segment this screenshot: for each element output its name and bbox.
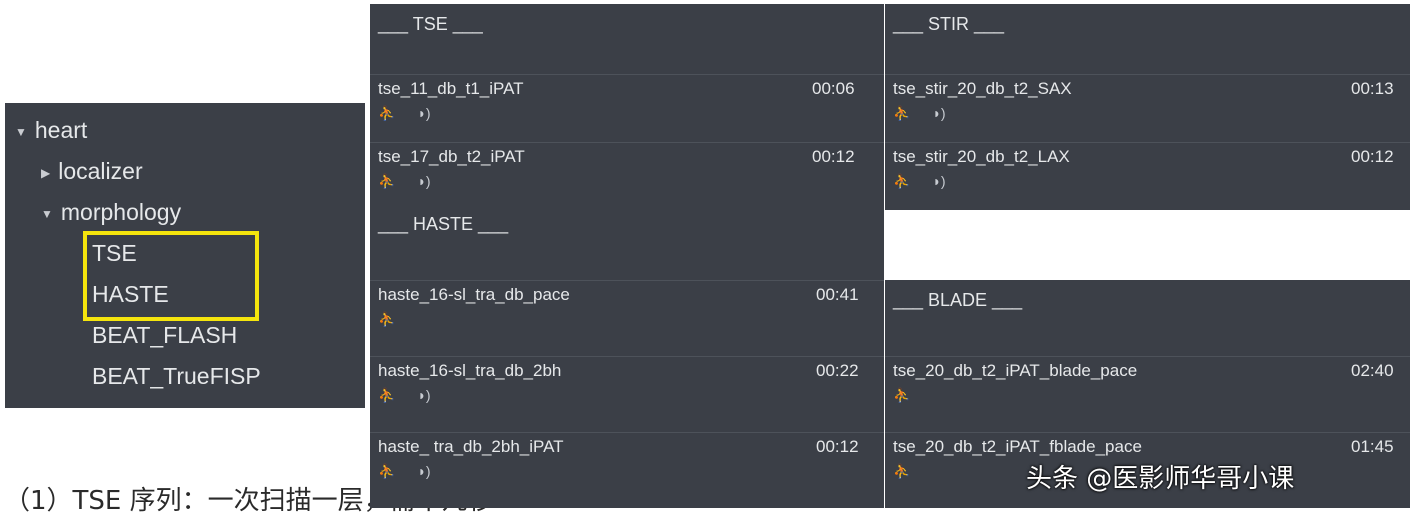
sequence-name: tse_stir_20_db_t2_SAX xyxy=(893,79,1072,98)
audio-icon: ◗) xyxy=(417,463,431,479)
sequence-icons: ⛹ ◗) xyxy=(893,173,968,190)
audio-icon: ◗) xyxy=(417,105,431,121)
audio-icon: ◗) xyxy=(417,173,431,189)
sequence-duration: 00:06 xyxy=(812,79,855,98)
patient-table-icon: ⛹ xyxy=(893,387,911,403)
sequence-icons: ⛹ ◗) xyxy=(378,105,453,122)
sequence-name: tse_11_db_t1_iPAT xyxy=(378,79,524,98)
patient-table-icon: ⛹ xyxy=(893,173,911,189)
group-header-tse: ___ TSE ___ xyxy=(378,14,483,34)
sequence-name: haste_ tra_db_2bh_iPAT xyxy=(378,437,564,456)
patient-table-icon: ⛹ xyxy=(378,463,396,479)
tree-label-localizer: localizer xyxy=(58,158,143,184)
stir-group-panel: ___ STIR ___ tse_stir_20_db_t2_SAX 00:13… xyxy=(885,4,1410,210)
patient-table-icon: ⛹ xyxy=(378,311,396,327)
expanded-caret-icon[interactable]: ▼ xyxy=(15,125,27,139)
sequence-icons: ⛹ ◗) xyxy=(378,387,453,404)
sequence-duration: 00:12 xyxy=(816,437,859,456)
sequence-name: tse_20_db_t2_iPAT_blade_pace xyxy=(893,361,1138,380)
collapsed-caret-icon[interactable]: ▶ xyxy=(41,166,50,180)
sequence-icons: ⛹ ◗) xyxy=(893,105,968,122)
sequence-name: tse_17_db_t2_iPAT xyxy=(378,147,525,166)
tree-node-morphology[interactable]: ▼ morphology xyxy=(41,199,181,226)
sequence-row[interactable]: haste_16-sl_tra_db_pace 00:41 ⛹ xyxy=(370,280,884,357)
sequence-duration: 00:12 xyxy=(812,147,855,166)
sequence-row[interactable]: tse_stir_20_db_t2_SAX 00:13 ⛹ ◗) xyxy=(885,74,1410,143)
sequence-duration: 01:45 xyxy=(1351,437,1394,456)
sequence-row[interactable]: tse_stir_20_db_t2_LAX 00:12 ⛹ ◗) xyxy=(885,142,1410,211)
tree-label-heart: heart xyxy=(34,117,88,143)
highlight-box xyxy=(83,231,259,321)
sequence-name: tse_20_db_t2_iPAT_fblade_pace xyxy=(893,437,1142,456)
sequence-duration: 00:22 xyxy=(816,361,859,380)
sequence-icons: ⛹ xyxy=(378,311,417,328)
sequence-row[interactable]: haste_ tra_db_2bh_iPAT 00:12 ⛹ ◗) xyxy=(370,432,884,509)
sequence-duration: 00:13 xyxy=(1351,79,1394,98)
sequence-icons: ⛹ ◗) xyxy=(378,173,453,190)
tree-node-beat-flash[interactable]: BEAT_FLASH xyxy=(92,322,237,349)
sequence-duration: 02:40 xyxy=(1351,361,1394,380)
haste-group-panel: ___ HASTE ___ haste_16-sl_tra_db_pace 00… xyxy=(370,210,884,508)
sequence-duration: 00:12 xyxy=(1351,147,1394,166)
sequence-name: haste_16-sl_tra_db_2bh xyxy=(378,361,562,380)
sequence-icons: ⛹ xyxy=(893,463,932,480)
sequence-icons: ⛹ xyxy=(893,387,932,404)
sequence-row[interactable]: tse_17_db_t2_iPAT 00:12 ⛹ ◗) xyxy=(370,142,884,211)
expanded-caret-icon[interactable]: ▼ xyxy=(41,207,53,221)
group-header-stir: ___ STIR ___ xyxy=(893,14,1005,34)
patient-table-icon: ⛹ xyxy=(893,463,911,479)
watermark-text: 头条 @医影师华哥小课 xyxy=(1026,464,1295,494)
sequence-name: tse_stir_20_db_t2_LAX xyxy=(893,147,1070,166)
sequence-name: haste_16-sl_tra_db_pace xyxy=(378,285,570,304)
tree-node-heart[interactable]: ▼ heart xyxy=(15,117,87,144)
sequence-row[interactable]: haste_16-sl_tra_db_2bh 00:22 ⛹ ◗) xyxy=(370,356,884,433)
tree-node-localizer[interactable]: ▶ localizer xyxy=(41,158,143,185)
audio-icon: ◗) xyxy=(417,387,431,403)
sequence-row[interactable]: tse_20_db_t2_iPAT_blade_pace 02:40 ⛹ xyxy=(885,356,1410,433)
patient-table-icon: ⛹ xyxy=(378,105,396,121)
sequence-row[interactable]: tse_11_db_t1_iPAT 00:06 ⛹ ◗) xyxy=(370,74,884,143)
patient-table-icon: ⛹ xyxy=(378,173,396,189)
tree-label-morphology: morphology xyxy=(60,199,182,225)
sequence-duration: 00:41 xyxy=(816,285,859,304)
group-header-haste: ___ HASTE ___ xyxy=(378,214,509,234)
protocol-tree: ▼ heart ▶ localizer ▼ morphology TSE HASTE … xyxy=(5,103,365,408)
tree-node-beat-truefisp[interactable]: BEAT_TrueFISP xyxy=(92,363,261,390)
audio-icon: ◗) xyxy=(932,173,946,189)
group-header-blade: ___ BLADE ___ xyxy=(893,290,1023,310)
sequence-icons: ⛹ ◗) xyxy=(378,463,453,480)
audio-icon: ◗) xyxy=(932,105,946,121)
tse-group-panel: ___ TSE ___ tse_11_db_t1_iPAT 00:06 ⛹ ◗) … xyxy=(370,4,884,210)
patient-table-icon: ⛹ xyxy=(378,387,396,403)
patient-table-icon: ⛹ xyxy=(893,105,911,121)
